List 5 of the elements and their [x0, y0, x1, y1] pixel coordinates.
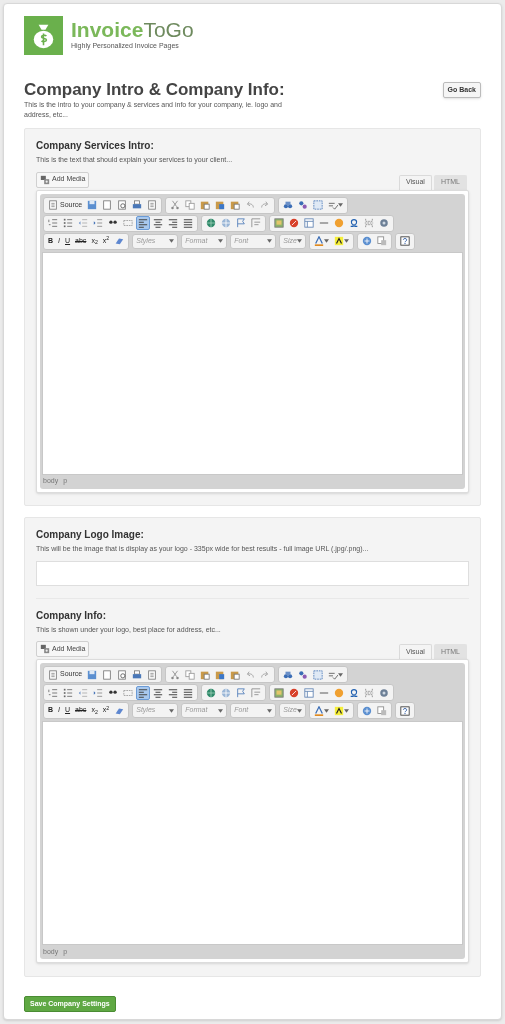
- field-label: Company Info:: [36, 608, 107, 622]
- page-title: Company Intro & Company Info:: [24, 80, 286, 100]
- brand-name: InvoiceToGo: [71, 19, 194, 42]
- field-label: Company Services Intro:: [36, 139, 155, 152]
- field-label: Company Logo Image:: [36, 528, 145, 541]
